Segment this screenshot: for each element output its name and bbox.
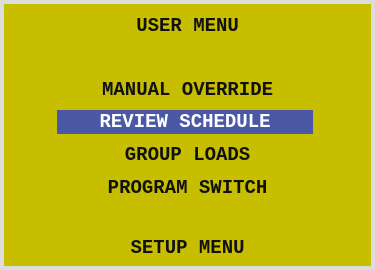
menu-item-setup-menu[interactable]: SETUP MENU bbox=[4, 236, 371, 260]
menu-item-review-schedule[interactable]: REVIEW SCHEDULE bbox=[57, 110, 313, 134]
menu-title: USER MENU bbox=[136, 15, 239, 37]
user-menu-screen: USER MENU MANUAL OVERRIDE REVIEW SCHEDUL… bbox=[0, 0, 375, 270]
menu-item-manual-override[interactable]: MANUAL OVERRIDE bbox=[4, 78, 371, 102]
menu-item-program-switch[interactable]: PROGRAM SWITCH bbox=[4, 176, 371, 200]
menu-item-group-loads[interactable]: GROUP LOADS bbox=[4, 143, 371, 167]
